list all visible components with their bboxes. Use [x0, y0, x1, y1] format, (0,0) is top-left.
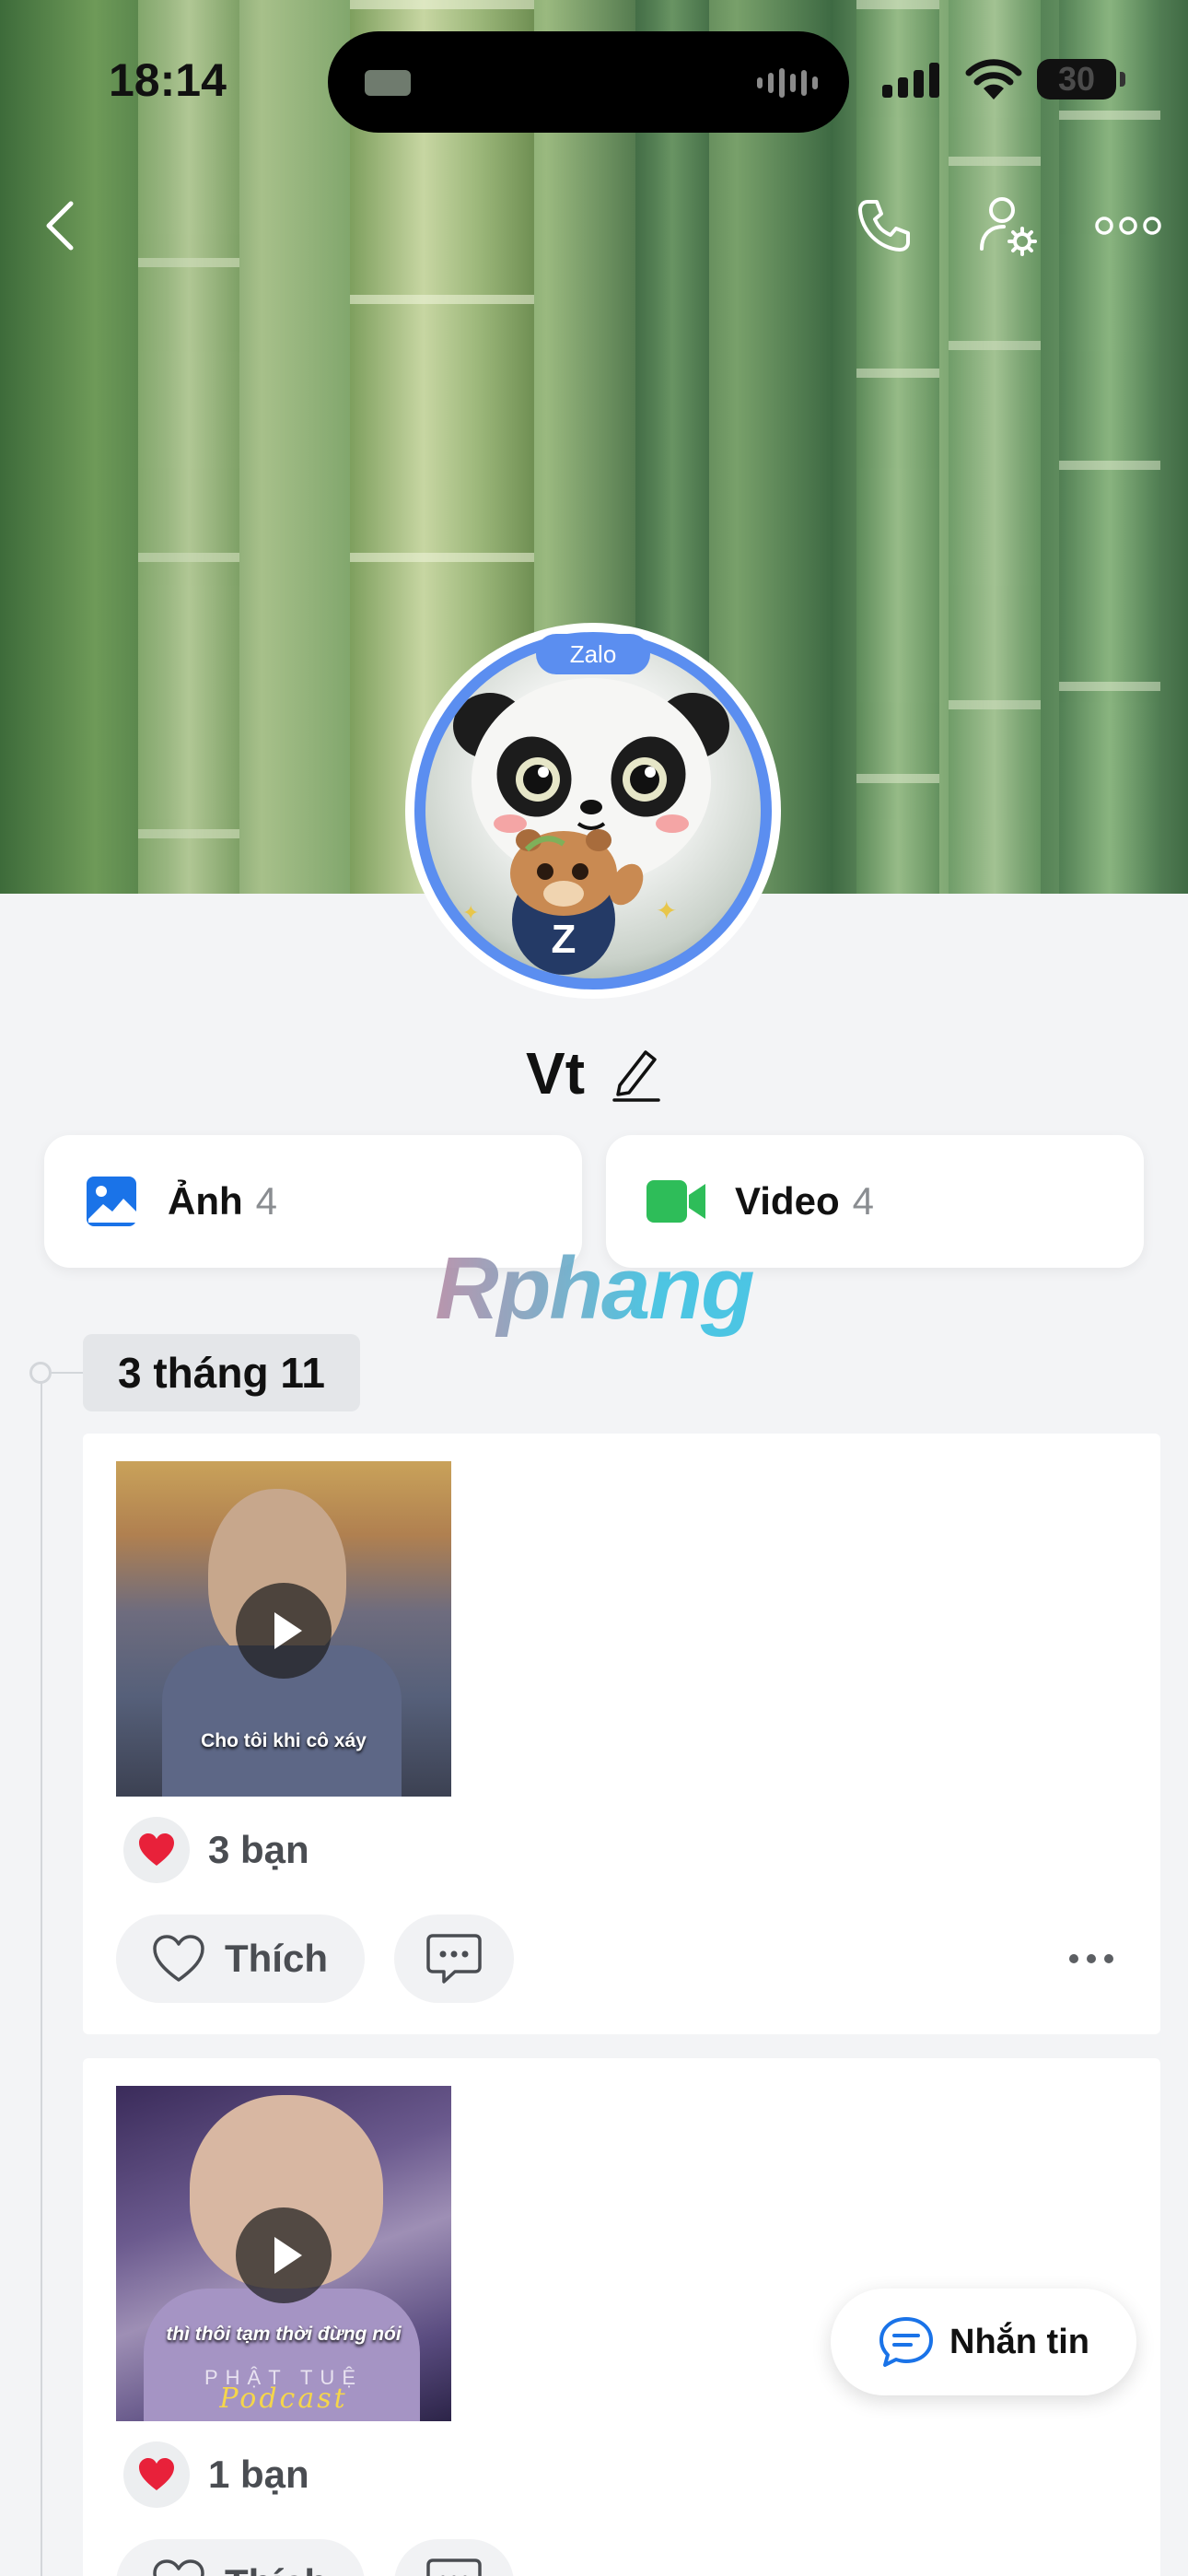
- phone-icon: [858, 200, 910, 252]
- reactions-summary[interactable]: 3 bạn: [123, 1817, 309, 1883]
- comment-button[interactable]: [394, 1914, 514, 2003]
- back-button[interactable]: [28, 184, 92, 267]
- audio-wave-icon: [757, 66, 818, 100]
- videos-label: Video: [735, 1179, 840, 1223]
- heart-reaction-icon: [123, 2441, 190, 2508]
- profile-settings-button[interactable]: [967, 184, 1050, 267]
- photos-count: 4: [255, 1179, 278, 1223]
- play-icon[interactable]: [236, 2207, 332, 2303]
- watermark-logo: Rphang: [0, 1238, 1188, 1340]
- comment-icon: [426, 1934, 482, 1984]
- like-button[interactable]: Thích: [116, 1914, 365, 2003]
- svg-text:Z: Z: [552, 917, 577, 962]
- battery-indicator: 30: [1037, 59, 1125, 100]
- status-bar: 18:14 30: [0, 0, 1188, 147]
- reactions-count: 1 bạn: [208, 2453, 309, 2496]
- reactions-summary[interactable]: 1 bạn: [123, 2441, 309, 2508]
- panda-avatar-illustration: Z ✦ ✦: [453, 678, 729, 975]
- chat-bubble-icon: [879, 2317, 933, 2367]
- profile-name: Vt: [526, 1040, 585, 1107]
- like-label: Thích: [225, 2561, 328, 2576]
- heart-outline-icon: [153, 2559, 204, 2576]
- heart-outline-icon: [153, 1935, 204, 1982]
- timeline-dot: [29, 1362, 52, 1384]
- profile-name-row: Vt: [0, 1039, 1188, 1107]
- video-brand-script: Podcast: [219, 2383, 348, 2415]
- timeline-date: 3 tháng 11: [83, 1334, 360, 1411]
- dynamic-island: [328, 31, 849, 133]
- videos-count: 4: [852, 1179, 874, 1223]
- avatar-border: Z ✦ ✦: [414, 632, 772, 989]
- more-options-button[interactable]: [1087, 184, 1170, 267]
- zalo-badge: Zalo: [536, 634, 650, 674]
- user-settings-icon: [980, 197, 1037, 256]
- reactions-count: 3 bạn: [208, 1828, 309, 1871]
- play-icon[interactable]: [236, 1583, 332, 1679]
- comment-icon: [426, 2558, 482, 2576]
- timeline-line: [41, 1371, 42, 2576]
- video-caption: thì thôi tạm thời đừng nói: [166, 2324, 402, 2345]
- comment-button[interactable]: [394, 2539, 514, 2576]
- cellular-signal-icon: [882, 61, 939, 98]
- island-thumbnail: [365, 70, 411, 96]
- wifi-icon: [965, 59, 1022, 100]
- video-thumbnail[interactable]: thì thôi tạm thời đừng nói PHẬT TUỆ Podc…: [116, 2086, 451, 2421]
- image-icon: [87, 1177, 136, 1226]
- like-label: Thích: [225, 1937, 328, 1980]
- chevron-left-icon: [46, 201, 74, 251]
- post-more-button[interactable]: [1059, 1940, 1124, 1977]
- avatar[interactable]: Z ✦ ✦: [405, 623, 781, 999]
- heart-reaction-icon: [123, 1817, 190, 1883]
- video-thumbnail[interactable]: Cho tôi khi cô xáy: [116, 1461, 451, 1797]
- more-horizontal-icon: [1095, 217, 1161, 235]
- status-time: 18:14: [109, 54, 227, 106]
- like-button[interactable]: Thích: [116, 2539, 365, 2576]
- call-button[interactable]: [845, 184, 923, 267]
- video-camera-icon: [646, 1180, 705, 1223]
- svg-text:✦: ✦: [462, 902, 479, 925]
- timeline-connector: [52, 1372, 85, 1374]
- send-message-label: Nhắn tin: [949, 2322, 1089, 2361]
- video-caption: Cho tôi khi cô xáy: [201, 1730, 367, 1751]
- pencil-edit-icon[interactable]: [611, 1045, 662, 1102]
- svg-text:✦: ✦: [656, 896, 677, 926]
- photos-label: Ảnh: [168, 1179, 243, 1223]
- send-message-button[interactable]: Nhắn tin: [831, 2289, 1136, 2395]
- avatar-image: Z ✦ ✦: [425, 643, 761, 978]
- timeline-post: Cho tôi khi cô xáy 3 bạn Thích: [83, 1434, 1160, 2034]
